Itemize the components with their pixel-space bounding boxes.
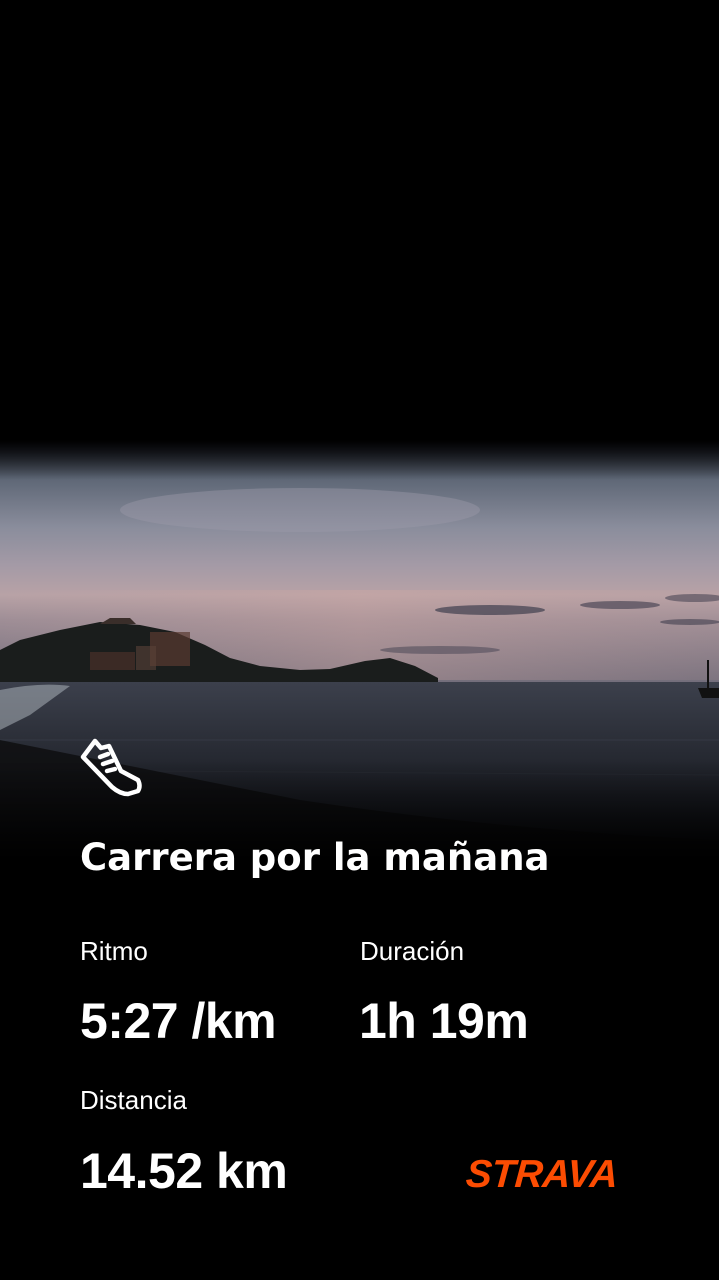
strava-logo: STRAVA <box>464 1153 620 1196</box>
distance-value: 14.52 km <box>80 1143 288 1199</box>
duration-label: Duración <box>360 936 465 966</box>
duration-value: 1h 19m <box>359 993 529 1049</box>
distance-label: Distancia <box>80 1085 187 1115</box>
activity-title: Carrera por la mañana <box>80 836 550 879</box>
pace-label: Ritmo <box>80 936 148 966</box>
running-shoe-icon <box>78 734 146 800</box>
pace-value: 5:27 /km <box>80 993 277 1049</box>
